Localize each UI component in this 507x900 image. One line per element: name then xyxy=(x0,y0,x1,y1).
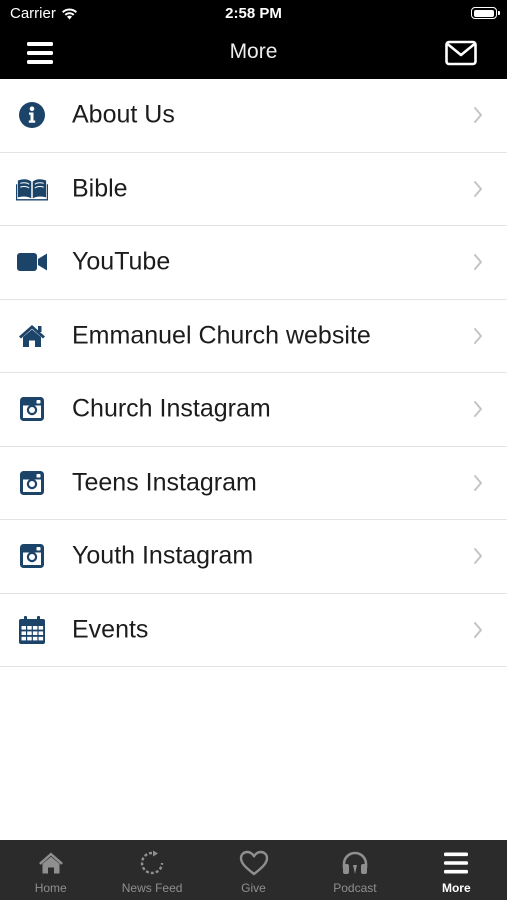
info-icon xyxy=(16,99,48,131)
status-bar: Carrier 2:58 PM xyxy=(0,0,507,28)
tab-podcast[interactable]: Podcast xyxy=(304,840,405,900)
menu-item-church-instagram[interactable]: Church Instagram xyxy=(0,373,507,447)
home-icon xyxy=(36,848,66,878)
menu-item-label: About Us xyxy=(72,100,175,129)
menu-item-label: Church Instagram xyxy=(72,394,271,423)
status-time: 2:58 PM xyxy=(225,5,282,22)
chevron-right-icon xyxy=(474,621,482,638)
menu-item-label: Emmanuel Church website xyxy=(72,321,371,350)
tab-home[interactable]: Home xyxy=(0,840,101,900)
app-screen: Carrier 2:58 PM More About Us Bible YouT… xyxy=(0,0,507,900)
battery-icon xyxy=(471,7,500,19)
menu-item-label: Youth Instagram xyxy=(72,541,254,570)
chevron-right-icon xyxy=(474,327,482,344)
open-book-icon xyxy=(16,173,48,205)
instagram-icon xyxy=(16,467,48,499)
menu-item-label: YouTube xyxy=(72,247,171,276)
chevron-right-icon xyxy=(474,401,482,418)
tab-label: Home xyxy=(34,881,67,895)
menu-item-events[interactable]: Events xyxy=(0,594,507,667)
tab-label: Podcast xyxy=(333,881,377,895)
menu-item-label: Bible xyxy=(72,174,128,203)
video-camera-icon xyxy=(16,246,48,278)
tab-more[interactable]: More xyxy=(406,840,507,900)
menu-item-youtube[interactable]: YouTube xyxy=(0,226,507,300)
tab-give[interactable]: Give xyxy=(203,840,304,900)
mail-button[interactable] xyxy=(445,40,477,66)
bottom-tab-bar: Home News Feed Give Podcast More xyxy=(0,840,507,900)
tab-label: News Feed xyxy=(121,881,183,895)
menu-item-label: Events xyxy=(72,615,149,644)
more-menu-list: About Us Bible YouTube Emmanuel Church w… xyxy=(0,79,507,667)
instagram-icon xyxy=(16,393,48,425)
chevron-right-icon xyxy=(474,107,482,124)
envelope-icon xyxy=(445,40,477,66)
tab-label: More xyxy=(441,881,471,895)
menu-item-church-website[interactable]: Emmanuel Church website xyxy=(0,300,507,373)
chevron-right-icon xyxy=(474,180,482,197)
page-title: More xyxy=(229,40,278,63)
menu-item-teens-instagram[interactable]: Teens Instagram xyxy=(0,447,507,520)
home-icon xyxy=(16,320,48,352)
navigation-bar: More xyxy=(0,28,507,79)
refresh-icon xyxy=(137,848,167,878)
menu-item-bible[interactable]: Bible xyxy=(0,153,507,226)
calendar-icon xyxy=(16,614,48,646)
tab-news-feed[interactable]: News Feed xyxy=(101,840,202,900)
menu-item-youth-instagram[interactable]: Youth Instagram xyxy=(0,520,507,594)
menu-item-label: Teens Instagram xyxy=(72,468,257,497)
hamburger-menu-icon xyxy=(441,848,471,878)
chevron-right-icon xyxy=(474,548,482,565)
chevron-right-icon xyxy=(474,254,482,271)
chevron-right-icon xyxy=(474,474,482,491)
instagram-icon xyxy=(16,540,48,572)
tab-label: Give xyxy=(241,881,266,895)
heart-icon xyxy=(239,848,269,878)
headphones-icon xyxy=(340,848,370,878)
menu-item-about-us[interactable]: About Us xyxy=(0,79,507,153)
